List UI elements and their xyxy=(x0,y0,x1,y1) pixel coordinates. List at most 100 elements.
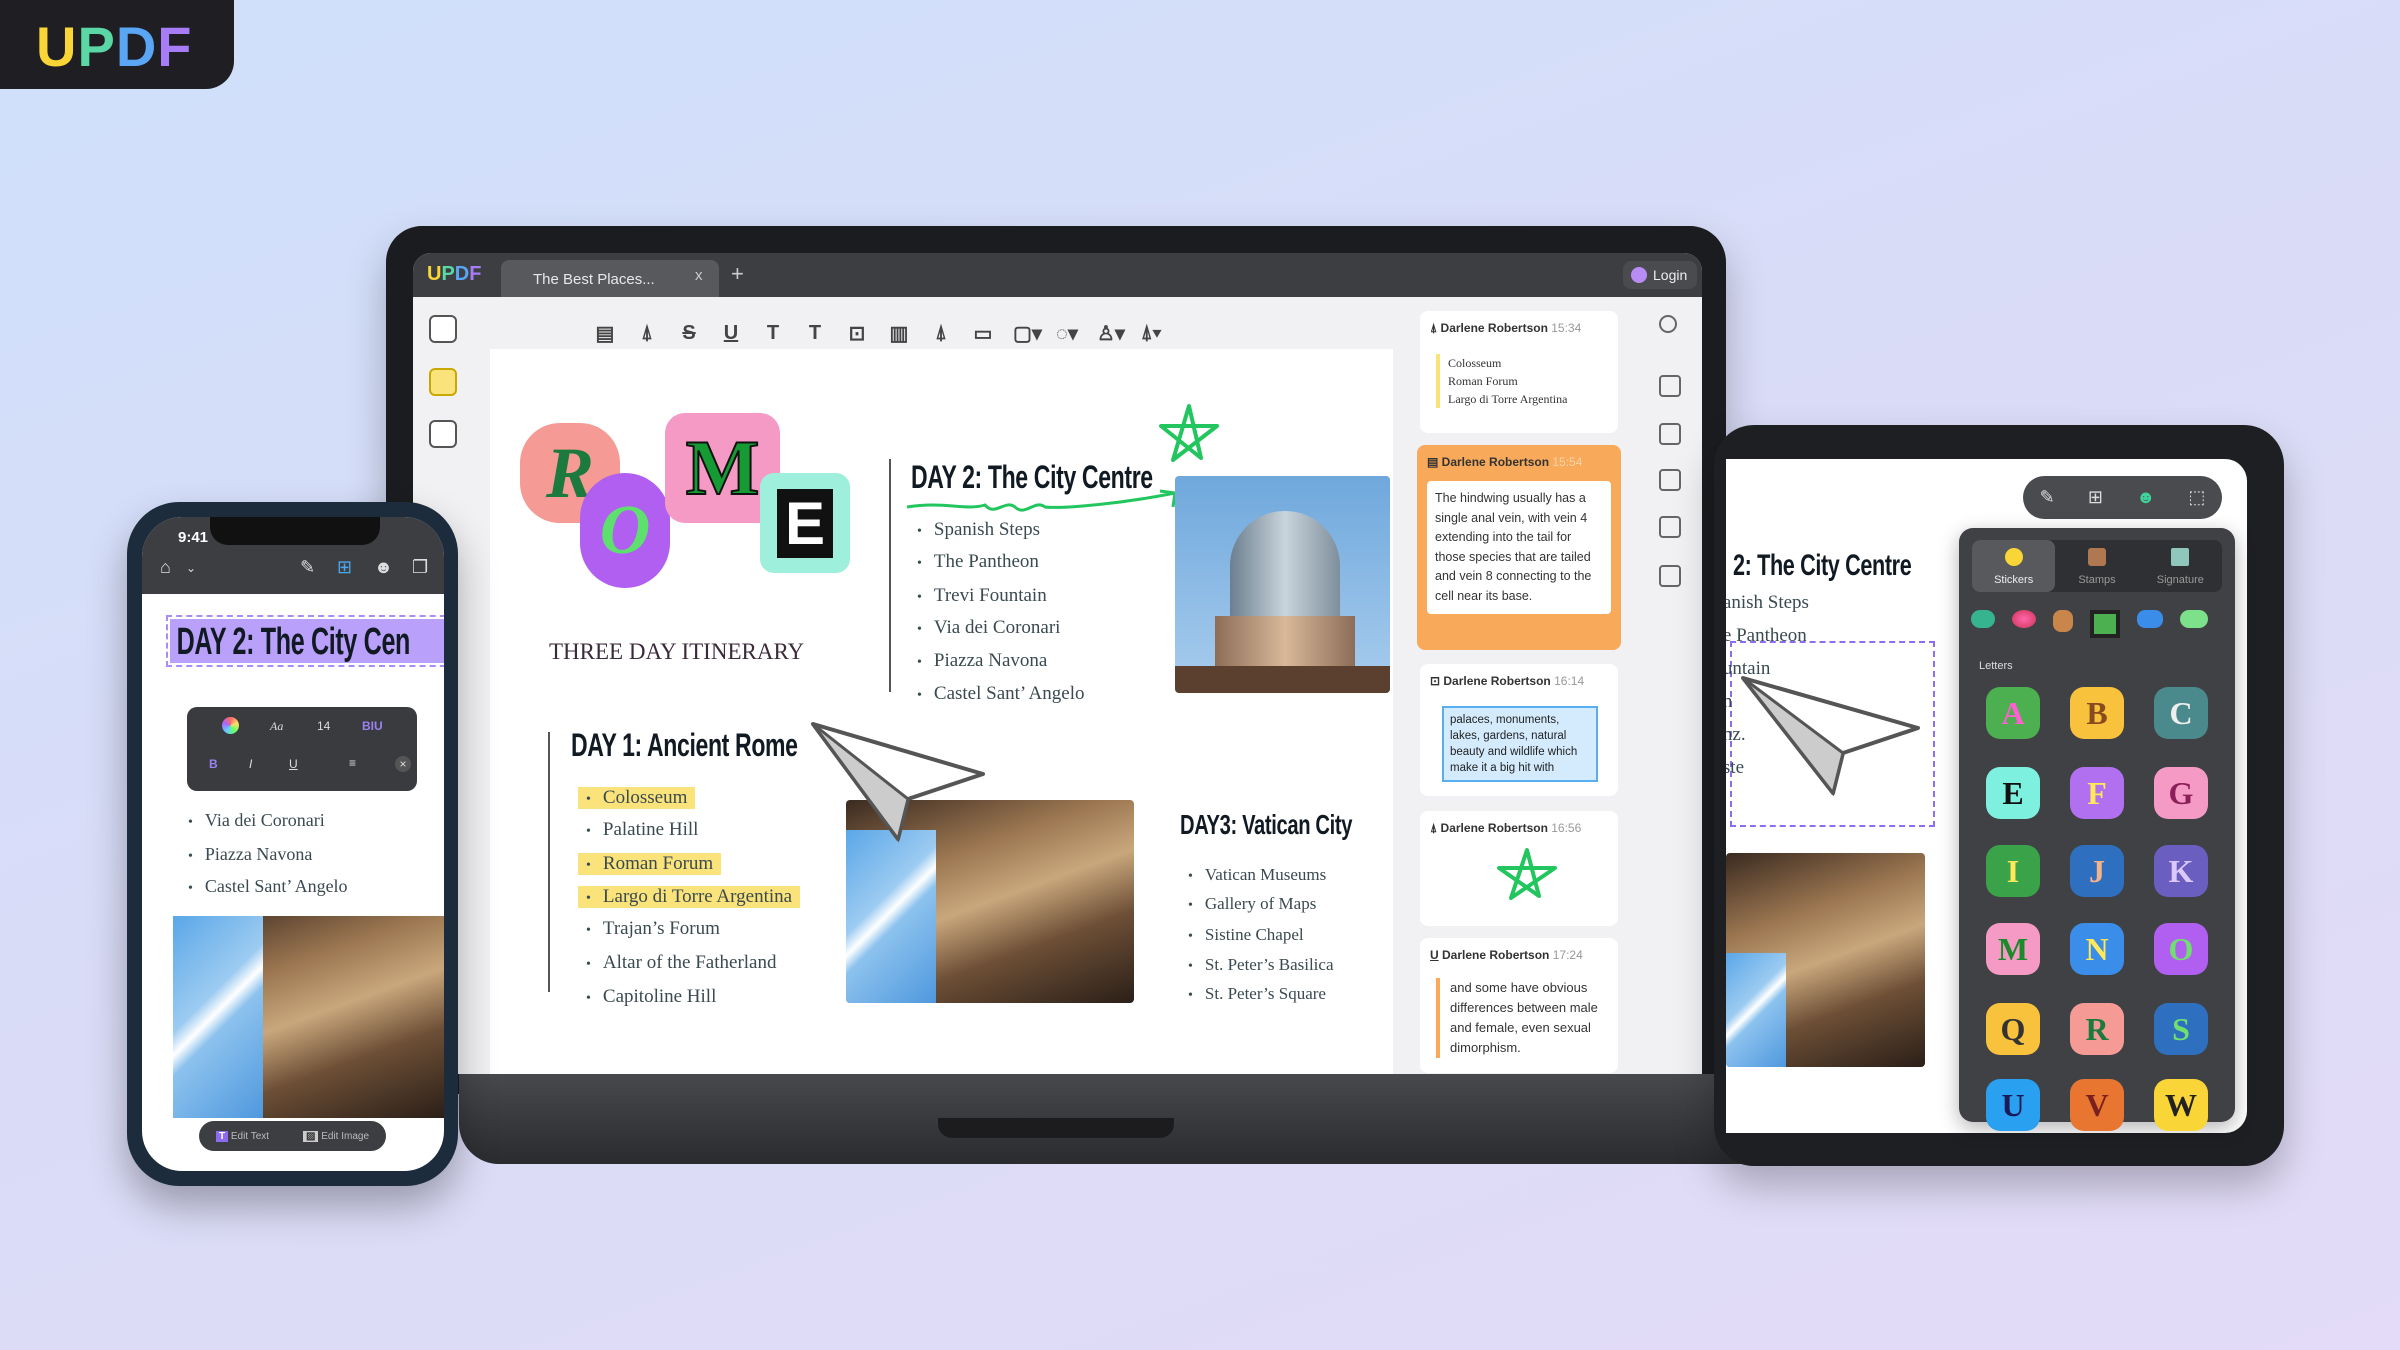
pencil-icon[interactable]: ⍋ xyxy=(929,322,953,345)
protect-icon[interactable] xyxy=(1659,423,1681,445)
fireworks-sticker-icon[interactable] xyxy=(2012,610,2036,628)
sticker-tool-icon[interactable]: ☻ xyxy=(2136,487,2155,508)
day2-divider xyxy=(889,459,891,692)
new-tab-button[interactable]: + xyxy=(731,261,744,287)
edit-image-button[interactable]: ▨ Edit Image xyxy=(302,1130,369,1142)
paper-plane-sticker xyxy=(811,722,985,843)
squiggly-icon[interactable]: T xyxy=(761,322,785,345)
select-icon[interactable]: ⬚ xyxy=(2188,487,2205,508)
tab-stickers[interactable]: Stickers xyxy=(1972,540,2056,592)
tab-close-button[interactable]: x xyxy=(695,267,703,284)
tab-signature[interactable]: Signature xyxy=(2139,540,2222,592)
comment-mode-icon[interactable] xyxy=(429,368,457,396)
badge-sticker-icon[interactable] xyxy=(2137,610,2163,628)
day3-list-item: Gallery of Maps xyxy=(1188,894,1316,914)
edit-pdf-icon[interactable] xyxy=(429,420,457,448)
textbox-icon[interactable]: ⊡ xyxy=(845,321,869,346)
share-icon[interactable] xyxy=(1659,469,1681,491)
sticker-tool-icon[interactable]: ☻ xyxy=(374,557,393,578)
home-icon[interactable]: ⌂ xyxy=(160,557,171,578)
underline-button[interactable]: U xyxy=(289,757,298,771)
strikethrough-icon[interactable]: S xyxy=(677,322,701,345)
day2-list-item: Castel Sant’ Angelo xyxy=(917,683,1085,705)
rome-sticker-title: R O M E xyxy=(520,413,860,593)
letter-sticker-q[interactable]: Q xyxy=(1986,1003,2040,1055)
markup-icon[interactable]: ✎ xyxy=(300,557,315,578)
letter-sticker-f[interactable]: F xyxy=(2070,767,2124,819)
letter-sticker-n[interactable]: N xyxy=(2070,923,2124,975)
edit-text-icon[interactable]: ⊞ xyxy=(2088,487,2103,508)
happy-cloud-sticker-icon[interactable] xyxy=(2180,610,2208,628)
edit-text-icon[interactable]: ⊞ xyxy=(337,557,352,578)
comment-card-textbox[interactable]: ⊡ Darlene Robertson 16:14 palaces, monum… xyxy=(1420,664,1618,796)
eraser-icon[interactable]: ▭ xyxy=(971,321,995,346)
letter-sticker-g[interactable]: G xyxy=(2154,767,2208,819)
comment-card-underline[interactable]: U Darlene Robertson 17:24 and some have … xyxy=(1420,938,1618,1073)
bold-button[interactable]: B xyxy=(209,757,218,771)
phone-heading-box[interactable]: DAY 2: The City Cen xyxy=(170,619,444,663)
italic-button[interactable]: I xyxy=(249,757,252,771)
font-button[interactable]: Aa xyxy=(270,719,283,734)
underline-icon[interactable]: U xyxy=(719,322,743,345)
color-picker-icon[interactable] xyxy=(222,717,239,734)
letter-sticker-r[interactable]: R xyxy=(2070,1003,2124,1055)
day1-list-item: Altar of the Fatherland xyxy=(586,952,777,974)
close-button[interactable]: × xyxy=(395,756,411,772)
reader-icon[interactable] xyxy=(429,315,457,343)
day1-divider xyxy=(548,732,550,992)
convert-icon[interactable] xyxy=(1659,375,1681,397)
signature-icon[interactable]: ⍋▾ xyxy=(1139,322,1163,345)
letter-sticker-v[interactable]: V xyxy=(2070,1079,2124,1131)
comment-card-highlight[interactable]: ⍋ Darlene Robertson 15:34 Colosseum Roma… xyxy=(1420,311,1618,433)
letter-sticker-s[interactable]: S xyxy=(2154,1003,2208,1055)
letter-sticker-j[interactable]: J xyxy=(2070,845,2124,897)
letter-sticker-o[interactable]: O xyxy=(2154,923,2208,975)
markup-icon[interactable]: ✎ xyxy=(2040,487,2055,508)
letter-sticker-i[interactable]: I xyxy=(1986,845,2040,897)
letter-sticker-w[interactable]: W xyxy=(2154,1079,2208,1131)
text-style-button[interactable]: BIU xyxy=(362,719,383,733)
email-icon[interactable] xyxy=(1659,516,1681,538)
sticker-category-row xyxy=(1971,610,2208,638)
letter-sticker-a[interactable]: A xyxy=(1986,687,2040,739)
stamp-icon[interactable]: ♙▾ xyxy=(1097,321,1125,346)
letter-sticker-b[interactable]: B xyxy=(2070,687,2124,739)
comment-card-note[interactable]: ▤ Darlene Robertson 15:54 The hindwing u… xyxy=(1417,445,1621,650)
highlight-icon[interactable]: ⍋ xyxy=(635,322,659,345)
chevron-down-icon[interactable]: ⌄ xyxy=(186,561,196,575)
letter-sticker-k[interactable]: K xyxy=(2154,845,2208,897)
day1-list-item: Largo di Torre Argentina xyxy=(578,886,801,908)
phone-list-item: Castel Sant’ Angelo xyxy=(188,876,348,897)
letter-sticker-m[interactable]: M xyxy=(1986,923,2040,975)
save-icon[interactable] xyxy=(1659,565,1681,587)
tablet-list-item: ste xyxy=(1726,757,1744,779)
letter-sticker-c[interactable]: C xyxy=(2154,687,2208,739)
align-icon[interactable]: ≡ xyxy=(349,756,356,770)
text-icon[interactable]: T xyxy=(803,322,827,345)
text-callout-icon[interactable]: ▥ xyxy=(887,321,911,346)
pages-icon[interactable]: ❐ xyxy=(412,557,428,578)
letters-category-icon[interactable] xyxy=(2090,610,2120,638)
day3-list-item: St. Peter’s Basilica xyxy=(1188,955,1334,975)
font-size-button[interactable]: 14 xyxy=(317,719,330,733)
day1-title: DAY 1: Ancient Rome xyxy=(571,727,798,763)
lasso-icon[interactable]: ◌▾ xyxy=(1055,321,1079,346)
edit-text-button[interactable]: T Edit Text xyxy=(215,1130,269,1142)
sticker-letter-o: O xyxy=(580,473,670,588)
document-tab[interactable]: The Best Places... xyxy=(501,260,719,297)
comment-card-pencil[interactable]: ⍋ Darlene Robertson 16:56 xyxy=(1420,811,1618,926)
green-underline-arrow xyxy=(906,489,1177,512)
shape-icon[interactable]: ▢▾ xyxy=(1013,321,1042,346)
cloud-sticker-icon[interactable] xyxy=(1971,610,1995,628)
app-logo: UPDF xyxy=(427,263,482,285)
login-button[interactable]: Login xyxy=(1623,261,1698,289)
gingerbread-sticker-icon[interactable] xyxy=(2053,610,2073,632)
day3-list-item: St. Peter’s Square xyxy=(1188,984,1326,1004)
letter-sticker-e[interactable]: E xyxy=(1986,767,2040,819)
tab-stamps[interactable]: Stamps xyxy=(2055,540,2138,592)
search-icon[interactable] xyxy=(1659,315,1677,333)
comment-icon[interactable]: ▤ xyxy=(593,321,617,346)
letter-sticker-u[interactable]: U xyxy=(1986,1079,2040,1131)
comment-header: ⊡ Darlene Robertson 16:14 xyxy=(1430,674,1585,688)
day2-list-item: Spanish Steps xyxy=(917,519,1040,541)
